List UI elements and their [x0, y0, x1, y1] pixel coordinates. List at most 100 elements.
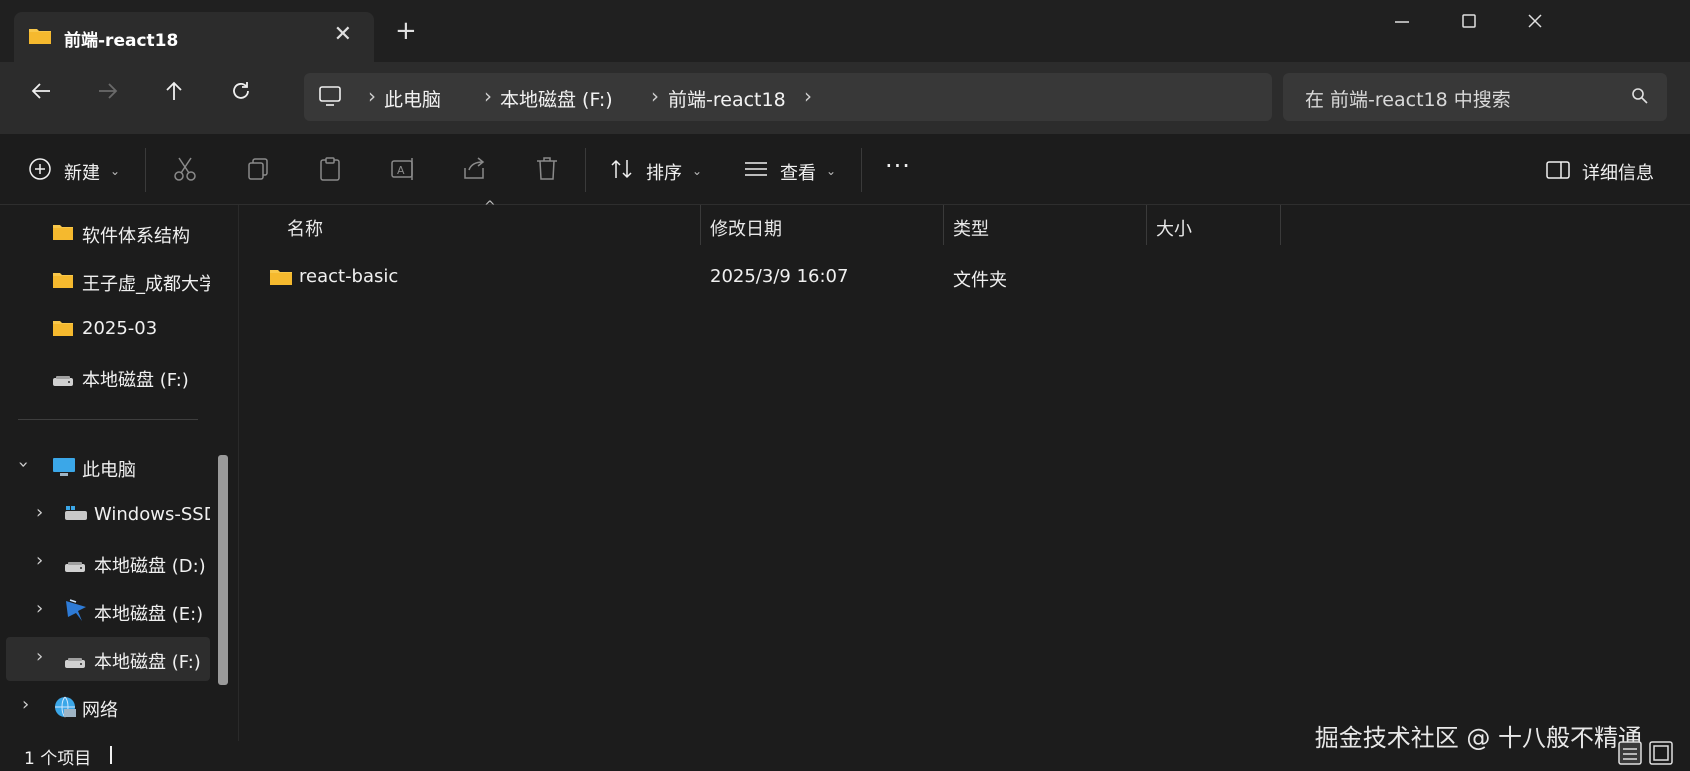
chevron-right-icon: › — [368, 84, 376, 108]
svg-text:A: A — [397, 164, 405, 177]
cut-icon[interactable] — [173, 156, 197, 186]
sidebar-item-folder[interactable]: 2025-03 — [6, 307, 210, 351]
sidebar-item-label: 本地磁盘 (F:) — [94, 652, 201, 673]
breadcrumb-this-pc[interactable]: 此电脑 — [384, 85, 441, 112]
sidebar-item-drive-c[interactable]: › Windows-SSD — [6, 493, 210, 537]
tab-title: 前端-react18 — [64, 31, 179, 51]
chevron-right-icon[interactable]: › — [22, 694, 29, 715]
sidebar-item-label: 本地磁盘 (E:) — [94, 604, 204, 625]
address-bar[interactable]: › 此电脑 › 本地磁盘 (F:) › 前端-react18 › — [304, 73, 1272, 121]
column-divider[interactable] — [943, 205, 944, 245]
column-header-size[interactable]: 大小 — [1156, 215, 1192, 241]
details-button[interactable]: 详细信息 — [1582, 159, 1654, 185]
sort-button[interactable]: 排序 — [646, 159, 682, 185]
sidebar-item-label: 王子虚_成都大学 — [82, 274, 210, 295]
sidebar-scrollbar[interactable] — [218, 455, 228, 685]
column-divider[interactable] — [1146, 205, 1147, 245]
sort-caret-icon: ^ — [484, 199, 496, 215]
toolbar-divider — [861, 148, 862, 192]
file-name: react-basic — [299, 266, 399, 287]
sidebar-item-drive-f[interactable]: › 本地磁盘 (F:) — [6, 637, 210, 681]
search-placeholder: 在 前端-react18 中搜索 — [1305, 89, 1511, 111]
details-pane-icon — [1546, 160, 1570, 184]
sidebar-item-folder[interactable]: 王子虚_成都大学 — [6, 259, 210, 303]
new-plus-icon — [28, 157, 52, 185]
chevron-down-icon[interactable]: ⌄ — [110, 164, 120, 178]
refresh-icon[interactable] — [230, 80, 252, 108]
chevron-right-icon[interactable]: › — [36, 550, 43, 571]
back-arrow-icon[interactable] — [30, 80, 52, 108]
paste-icon[interactable] — [318, 156, 342, 186]
more-options-button[interactable]: ··· — [885, 152, 911, 180]
computer-icon — [52, 457, 76, 482]
sidebar-divider — [18, 419, 198, 420]
sidebar-item-this-pc[interactable]: › 此电脑 — [6, 445, 210, 489]
sidebar-item-label: Windows-SSD — [94, 504, 210, 525]
folder-icon — [52, 223, 74, 246]
column-header-name[interactable]: 名称 — [287, 215, 323, 241]
sidebar-item-drive-f-pinned[interactable]: 本地磁盘 (F:) — [6, 355, 210, 399]
file-type: 文件夹 — [953, 270, 1007, 291]
column-divider[interactable] — [1280, 205, 1281, 245]
tiles-view-icon[interactable] — [1648, 740, 1674, 770]
details-view-icon[interactable] — [1617, 740, 1643, 770]
minimize-icon[interactable] — [1393, 12, 1411, 35]
maximize-icon[interactable] — [1460, 12, 1478, 35]
search-icon[interactable] — [1631, 87, 1649, 109]
folder-icon — [28, 26, 52, 50]
sort-icon — [610, 158, 634, 184]
sidebar-item-folder[interactable]: 软件体系结构 — [6, 211, 210, 255]
table-row[interactable]: react-basic 2025/3/9 16:07 文件夹 — [239, 255, 1679, 299]
status-cursor — [110, 746, 112, 764]
new-button[interactable]: 新建 — [64, 159, 100, 185]
rename-icon[interactable]: A — [390, 156, 416, 186]
column-header-type[interactable]: 类型 — [953, 215, 989, 241]
tab-active[interactable]: 前端-react18 ✕ — [14, 12, 374, 62]
up-arrow-icon[interactable] — [163, 80, 185, 108]
share-icon[interactable] — [462, 156, 488, 186]
chevron-right-icon[interactable]: › — [36, 646, 43, 667]
forward-arrow-icon[interactable] — [97, 80, 119, 108]
chevron-down-icon[interactable]: ⌄ — [692, 164, 702, 178]
chevron-right-icon: › — [651, 84, 659, 108]
sidebar-item-drive-d[interactable]: › 本地磁盘 (D:) — [6, 541, 210, 585]
toolbar-divider — [585, 148, 586, 192]
navigation-pane: 软件体系结构 王子虚_成都大学 2025-03 本地磁盘 (F:) › 此电脑 … — [0, 205, 239, 741]
view-icon — [744, 160, 768, 182]
folder-icon — [269, 267, 293, 291]
search-input[interactable]: 在 前端-react18 中搜索 — [1283, 73, 1667, 121]
item-count: 1 个项目 — [24, 749, 92, 769]
drive-windows-icon — [64, 505, 88, 528]
toolbar-divider — [145, 148, 146, 192]
sidebar-item-network[interactable]: › 网络 — [6, 685, 210, 729]
column-divider[interactable] — [700, 205, 701, 245]
new-tab-button[interactable]: + — [395, 16, 417, 46]
sidebar-item-label: 网络 — [82, 700, 118, 721]
close-icon[interactable] — [1526, 12, 1544, 35]
breadcrumb-drive-f[interactable]: 本地磁盘 (F:) — [500, 85, 613, 112]
chevron-down-icon[interactable]: ⌄ — [826, 164, 836, 178]
breadcrumb-folder[interactable]: 前端-react18 — [668, 85, 786, 112]
chevron-right-icon[interactable]: › — [36, 502, 43, 523]
copy-icon[interactable] — [246, 156, 270, 186]
computer-icon — [318, 85, 342, 111]
view-button[interactable]: 查看 — [780, 159, 816, 185]
sidebar-item-label: 此电脑 — [82, 460, 136, 481]
drive-custom-icon — [64, 597, 88, 628]
chevron-right-icon: › — [804, 84, 812, 108]
drive-icon — [64, 557, 86, 578]
delete-icon[interactable] — [535, 156, 559, 186]
sidebar-item-drive-e[interactable]: › 本地磁盘 (E:) — [6, 589, 210, 633]
chevron-right-icon[interactable]: › — [36, 598, 43, 619]
sidebar-item-label: 软件体系结构 — [82, 226, 190, 247]
chevron-down-icon[interactable]: › — [13, 461, 34, 468]
file-modified: 2025/3/9 16:07 — [710, 266, 849, 287]
drive-icon — [52, 371, 74, 392]
sidebar-item-label: 本地磁盘 (F:) — [82, 370, 189, 391]
folder-icon — [52, 271, 74, 294]
folder-icon — [52, 319, 74, 342]
tab-close-icon[interactable]: ✕ — [334, 22, 352, 47]
sidebar-item-label: 2025-03 — [82, 318, 158, 339]
command-bar: 新建 ⌄ A 排序 ⌄ 查看 ⌄ ··· 详细信息 — [0, 134, 1690, 205]
column-header-modified[interactable]: 修改日期 — [710, 215, 782, 241]
